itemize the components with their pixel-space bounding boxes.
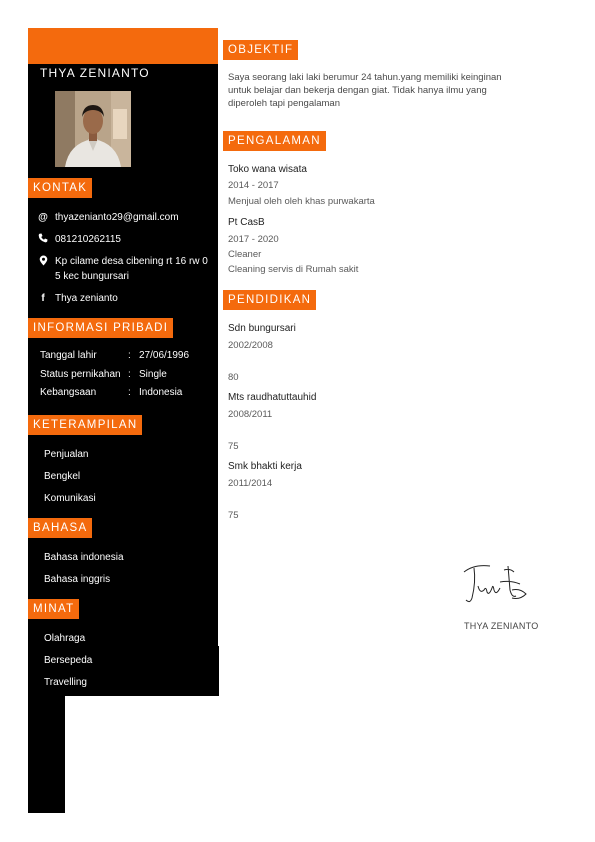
person-name: THYA ZENIANTO [40,66,150,80]
experience-description: Cleaning servis di Rumah sakit [228,264,359,275]
skill-item: Komunikasi [44,493,96,504]
personal-label-marital: Status pernikahan [40,369,121,380]
signature-name: THYA ZENIANTO [464,621,539,631]
objective-line: diperoleh tapi pengalaman [228,98,340,109]
interests-heading: MINAT [28,599,80,619]
contact-address-line2: 5 kec bungursari [55,271,129,282]
language-item: Bahasa inggris [44,574,111,585]
skills-heading: KETERAMPILAN [28,415,143,435]
skill-item: Bengkel [44,471,81,482]
personal-value-birthdate: 27/06/1996 [139,350,190,361]
phone-icon [37,233,49,247]
personal-value-marital: Single [139,369,167,380]
interest-item: Travelling [44,677,87,688]
skill-item: Penjualan [44,449,89,460]
experience-company: Toko wana wisata [228,164,307,175]
education-school: Sdn bungursari [228,323,296,334]
contact-heading: KONTAK [28,178,93,198]
languages-heading: BAHASA [28,518,93,538]
education-score: 75 [228,510,239,521]
education-score: 75 [228,441,239,452]
objective-line: Saya seorang laki laki berumur 24 tahun.… [228,72,502,83]
personal-sep-marital: : [128,369,131,380]
profile-photo [55,91,131,167]
contact-facebook[interactable]: Thya zenianto [55,292,118,305]
location-pin-icon [37,255,49,270]
education-score: 80 [228,372,239,383]
personal-sep-nationality: : [128,387,131,398]
experience-period: 2017 - 2020 [228,234,279,245]
objective-heading: OBJEKTIF [223,40,299,60]
education-school: Smk bhakti kerja [228,461,302,472]
signature-image [460,560,532,606]
personal-label-birthdate: Tanggal lahir [40,350,97,361]
experience-description: Menjual oleh oleh khas purwakarta [228,196,375,207]
education-period: 2008/2011 [228,409,273,420]
facebook-icon: f [41,293,45,304]
education-heading: PENDIDIKAN [223,290,317,310]
experience-role: Cleaner [228,249,262,260]
education-period: 2002/2008 [228,340,273,351]
contact-address-line1: Kp cilame desa cibening rt 16 rw 0 [55,256,208,267]
sidebar-background-lower [28,696,65,813]
education-school: Mts raudhatuttauhid [228,392,317,403]
contact-phone[interactable]: 081210262115 [55,233,121,246]
education-period: 2011/2014 [228,478,273,489]
interest-item: Bersepeda [44,655,93,666]
personal-info-heading: INFORMASI PRIBADI [28,318,174,338]
experience-period: 2014 - 2017 [228,180,279,191]
personal-sep-birthdate: : [128,350,131,361]
experience-company: Pt CasB [228,217,265,228]
language-item: Bahasa indonesia [44,552,124,563]
name-header-bar [28,28,218,64]
interest-item: Olahraga [44,633,86,644]
personal-value-nationality: Indonesia [139,387,183,398]
personal-label-nationality: Kebangsaan [40,387,97,398]
contact-email[interactable]: thyazenianto29@gmail.com [55,211,179,224]
experience-heading: PENGALAMAN [223,131,326,151]
objective-line: untuk belajar dan bekerja dengan giat. T… [228,85,487,96]
email-icon: @ [38,212,48,223]
